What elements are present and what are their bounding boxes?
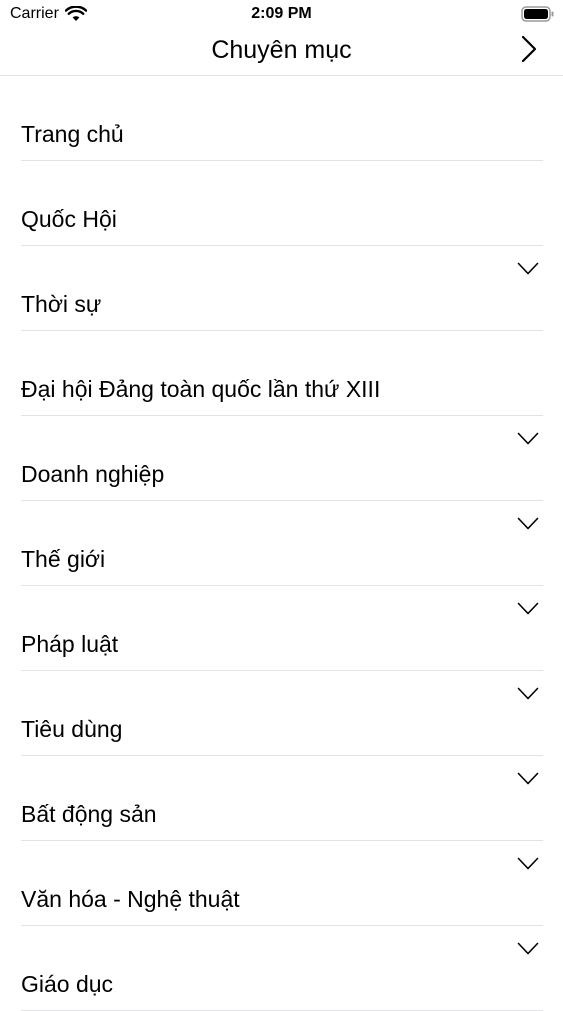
menu-item-doanh-nghiep[interactable]: Doanh nghiệp — [0, 416, 563, 501]
menu-item-the-gioi[interactable]: Thế giới — [0, 501, 563, 586]
menu-item-label: Doanh nghiệp — [21, 461, 165, 487]
menu-item-label: Giáo dục — [21, 971, 114, 997]
menu-item-label: Pháp luật — [21, 631, 119, 657]
chevron-down-icon[interactable] — [517, 432, 539, 446]
menu-item-bat-dong-san[interactable]: Bất động sản — [0, 756, 563, 841]
chevron-down-icon[interactable] — [517, 687, 539, 701]
menu-item-thoi-su[interactable]: Thời sự — [0, 246, 563, 331]
menu-item-label: Văn hóa - Nghệ thuật — [21, 886, 240, 912]
menu-item-phap-luat[interactable]: Pháp luật — [0, 586, 563, 671]
menu-item-label: Quốc Hội — [21, 206, 117, 232]
category-list: Trang chủ Quốc Hội Thời sự Đại hội Đảng … — [0, 76, 563, 1011]
navigation-bar: Chuyên mục — [0, 30, 563, 76]
menu-item-label: Đại hội Đảng toàn quốc lần thứ XIII — [21, 376, 381, 402]
menu-item-label: Trang chủ — [21, 121, 124, 147]
menu-item-quoc-hoi[interactable]: Quốc Hội — [0, 161, 563, 246]
status-bar: Carrier 2:09 PM — [0, 0, 563, 30]
forward-button[interactable] — [517, 32, 541, 66]
status-time: 2:09 PM — [251, 5, 312, 22]
chevron-down-icon[interactable] — [517, 942, 539, 956]
chevron-down-icon[interactable] — [517, 517, 539, 531]
chevron-down-icon[interactable] — [517, 602, 539, 616]
chevron-down-icon[interactable] — [517, 857, 539, 871]
menu-item-label: Thế giới — [21, 546, 106, 572]
menu-item-giao-duc[interactable]: Giáo dục — [0, 926, 563, 1011]
menu-item-label: Thời sự — [21, 291, 102, 317]
menu-item-label: Tiêu dùng — [21, 716, 123, 742]
chevron-down-icon[interactable] — [517, 772, 539, 786]
menu-item-label: Bất động sản — [21, 801, 157, 827]
menu-item-trang-chu[interactable]: Trang chủ — [0, 76, 563, 161]
chevron-down-icon[interactable] — [517, 262, 539, 276]
battery-icon — [521, 6, 554, 22]
menu-item-tieu-dung[interactable]: Tiêu dùng — [0, 671, 563, 756]
page-title: Chuyên mục — [211, 36, 352, 64]
chevron-right-icon — [521, 35, 537, 63]
menu-item-van-hoa-nghe-thuat[interactable]: Văn hóa - Nghệ thuật — [0, 841, 563, 926]
menu-item-dai-hoi-dang[interactable]: Đại hội Đảng toàn quốc lần thứ XIII — [0, 331, 563, 416]
